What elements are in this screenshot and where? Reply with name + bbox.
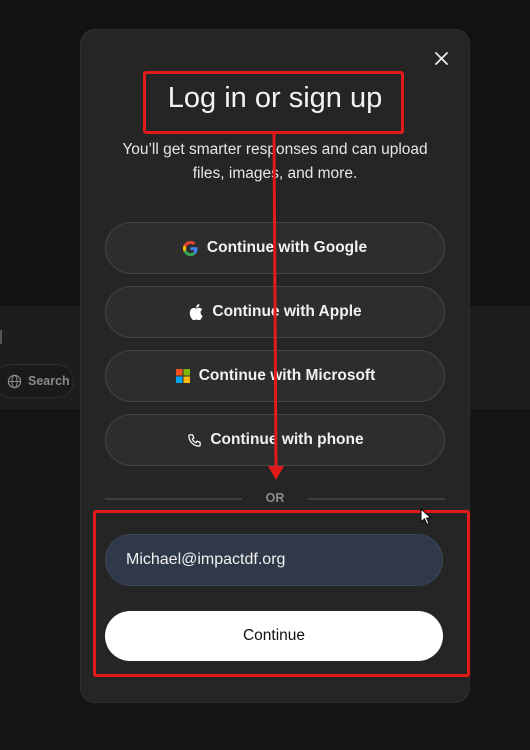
close-icon	[434, 51, 448, 65]
phone-button-label: Continue with phone	[210, 431, 364, 448]
background-search-button: Search	[0, 364, 74, 398]
apple-button-label: Continue with Apple	[212, 303, 362, 320]
globe-icon	[7, 374, 22, 388]
microsoft-button-label: Continue with Microsoft	[198, 367, 376, 384]
email-section-highlight-box	[93, 510, 470, 677]
continue-with-google-button[interactable]: Continue with Google	[105, 222, 445, 274]
google-button-label: Continue with Google	[206, 239, 368, 256]
continue-with-phone-button[interactable]: Continue with phone	[105, 414, 445, 466]
background-search-label: Search	[28, 374, 70, 388]
title-highlight-box	[143, 71, 404, 134]
google-icon	[183, 240, 199, 256]
phone-icon	[186, 432, 202, 448]
apple-icon	[188, 304, 204, 320]
mouse-cursor-icon	[420, 508, 433, 526]
background-partial-icon	[0, 330, 6, 344]
continue-with-apple-button[interactable]: Continue with Apple	[105, 286, 445, 338]
microsoft-icon	[175, 368, 191, 384]
continue-with-microsoft-button[interactable]: Continue with Microsoft	[105, 350, 445, 402]
close-button[interactable]	[431, 48, 451, 68]
modal-subtitle: You’ll get smarter responses and can upl…	[122, 141, 428, 182]
divider-right	[308, 498, 445, 500]
